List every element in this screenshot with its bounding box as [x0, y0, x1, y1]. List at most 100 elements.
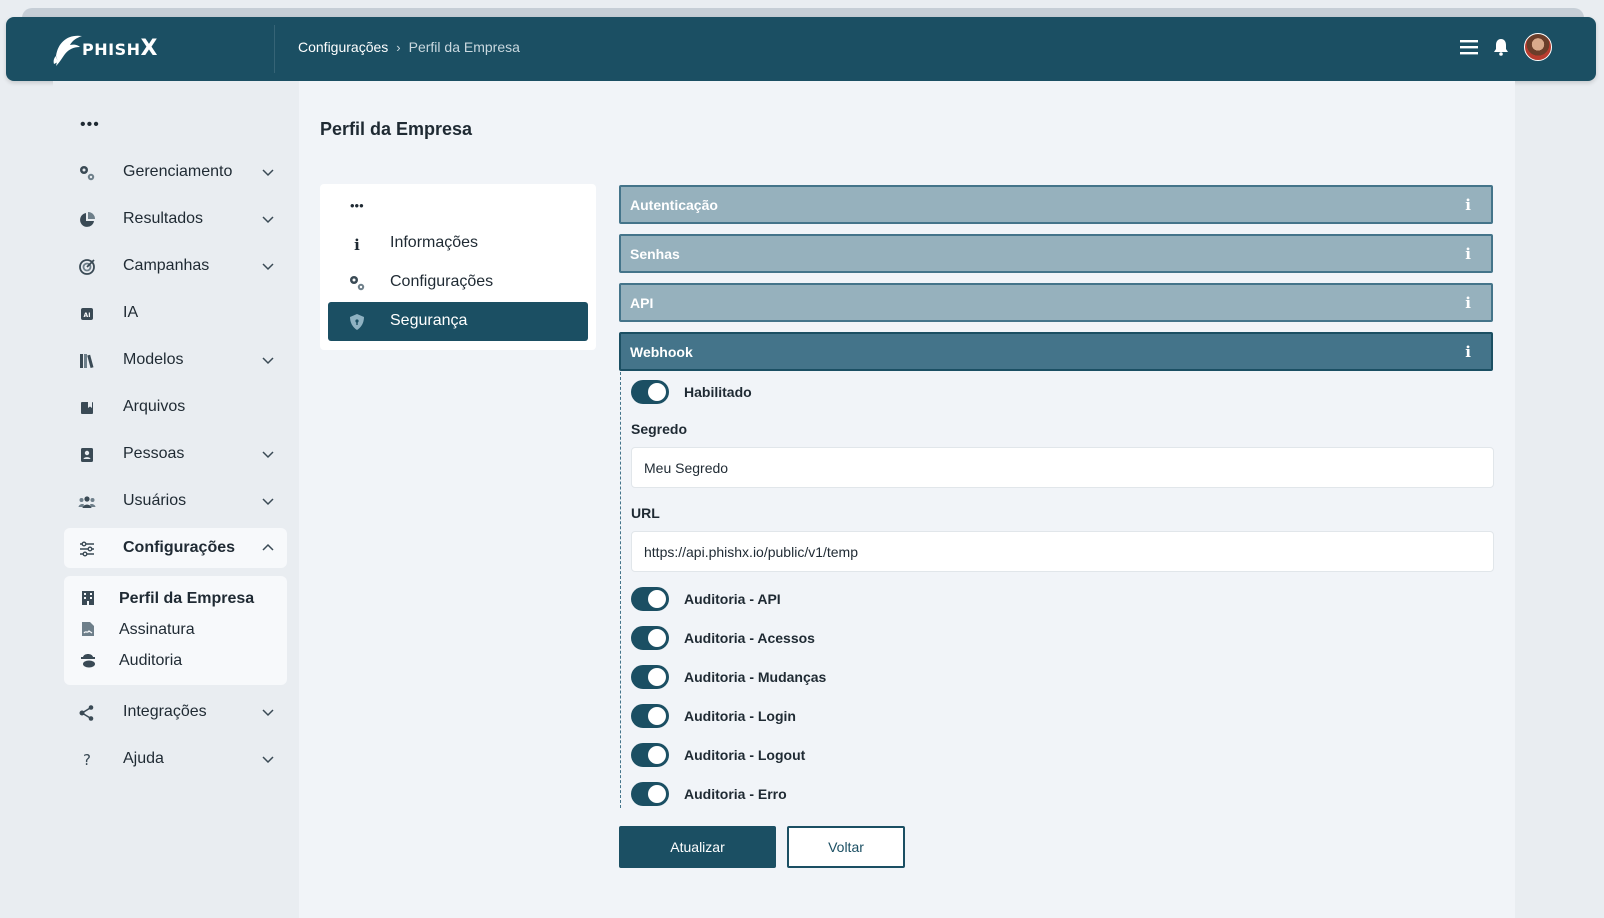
sidebar-item-label: Resultados	[123, 210, 204, 227]
accordion-senhas[interactable]: Senhas i	[619, 234, 1493, 273]
tabs-more-dots[interactable]: •••	[350, 198, 364, 213]
sidebar-item-campanhas[interactable]: Campanhas	[64, 246, 287, 286]
sidebar-item-arquivos[interactable]: Arquivos	[64, 387, 287, 427]
shield-icon	[350, 314, 364, 330]
bookmark-book-icon	[81, 402, 93, 414]
user-avatar[interactable]	[1524, 33, 1552, 61]
toggle-switch[interactable]	[631, 626, 669, 650]
audit-acessos-toggle[interactable]: Auditoria - Acessos	[631, 625, 815, 651]
audit-mudancas-toggle[interactable]: Auditoria - Mudanças	[631, 664, 826, 690]
tab-informacoes[interactable]: i Informações	[328, 224, 588, 263]
toggle-label: Auditoria - Mudanças	[684, 669, 827, 685]
breadcrumb-parent-link[interactable]: Configurações	[298, 39, 388, 55]
toggle-switch[interactable]	[631, 704, 669, 728]
sidebar-item-label: Integrações	[123, 703, 207, 720]
sidebar-subitem-label: Assinatura	[119, 621, 195, 638]
sidebar-item-label: Gerenciamento	[123, 163, 233, 180]
tab-configuracoes[interactable]: Configurações	[328, 263, 588, 302]
bell-icon[interactable]	[1492, 38, 1510, 56]
gears-icon	[350, 276, 365, 291]
breadcrumb-separator: ›	[396, 39, 401, 55]
sidebar-subitem-label: Auditoria	[119, 652, 183, 669]
user-secret-icon	[81, 654, 95, 668]
toggle-switch[interactable]	[631, 587, 669, 611]
tab-label: Informações	[390, 234, 479, 251]
chevron-up-icon	[262, 543, 274, 551]
secret-label: Segredo	[631, 421, 688, 437]
target-icon	[79, 259, 95, 275]
sliders-icon	[80, 541, 94, 557]
tab-label: Configurações	[390, 273, 494, 290]
toggle-label: Auditoria - API	[684, 591, 781, 607]
chevron-down-icon	[262, 709, 274, 717]
info-icon[interactable]: i	[1465, 294, 1471, 312]
update-button[interactable]: Atualizar	[619, 826, 776, 868]
sidebar-subitem-perfil-da-empresa[interactable]: Perfil da Empresa	[64, 585, 287, 613]
webhook-enabled-toggle[interactable]: Habilitado	[631, 379, 752, 405]
menu-icon[interactable]	[1460, 38, 1478, 56]
audit-logout-toggle[interactable]: Auditoria - Logout	[631, 742, 805, 768]
accordion-label: Webhook	[630, 344, 693, 360]
sidebar-item-pessoas[interactable]: Pessoas	[64, 434, 287, 474]
sidebar-item-usuarios[interactable]: Usuários	[64, 481, 287, 521]
sidebar-item-integracoes[interactable]: Integrações	[64, 692, 287, 732]
sidebar-item-configuracoes[interactable]: Configurações	[64, 528, 287, 568]
sidebar-item-resultados[interactable]: Resultados	[64, 199, 287, 239]
toggle-label: Auditoria - Erro	[684, 786, 787, 802]
audit-erro-toggle[interactable]: Auditoria - Erro	[631, 781, 787, 807]
brand-name: PHISHX	[82, 35, 158, 61]
breadcrumb: Configurações › Perfil da Empresa	[298, 39, 520, 55]
accordion-label: Autenticação	[630, 197, 718, 213]
sidebar-item-gerenciamento[interactable]: Gerenciamento	[64, 152, 287, 192]
chevron-down-icon	[262, 357, 274, 365]
toggle-switch[interactable]	[631, 782, 669, 806]
toggle-switch[interactable]	[631, 665, 669, 689]
top-navbar: PHISHX Configurações › Perfil da Empresa	[6, 17, 1596, 81]
sidebar-item-label: Modelos	[123, 351, 184, 368]
sidebar-subitem-assinatura[interactable]: Assinatura	[64, 616, 287, 644]
chevron-down-icon	[262, 263, 274, 271]
users-icon	[78, 496, 96, 508]
pie-chart-icon	[80, 212, 95, 227]
sidebar-more-dots[interactable]: •••	[80, 116, 100, 134]
url-input[interactable]: https://api.phishx.io/public/v1/temp	[631, 531, 1494, 572]
audit-api-toggle[interactable]: Auditoria - API	[631, 586, 781, 612]
sidebar-item-modelos[interactable]: Modelos	[64, 340, 287, 380]
phishx-logo[interactable]: PHISHX	[52, 25, 172, 71]
sidebar-item-label: Arquivos	[123, 398, 186, 415]
tab-seguranca[interactable]: Segurança	[328, 302, 588, 341]
info-icon[interactable]: i	[1465, 343, 1471, 361]
sidebar-item-ajuda[interactable]: ? Ajuda	[64, 739, 287, 779]
accordion-autenticacao[interactable]: Autenticação i	[619, 185, 1493, 224]
toggle-switch[interactable]	[631, 743, 669, 767]
books-icon	[80, 354, 94, 369]
accordion-label: API	[630, 295, 654, 311]
toggle-switch[interactable]	[631, 380, 669, 404]
url-label: URL	[631, 505, 660, 521]
secret-input[interactable]: Meu Segredo	[631, 447, 1494, 488]
id-card-icon	[81, 448, 93, 462]
header-divider	[274, 25, 275, 73]
toggle-label: Auditoria - Acessos	[684, 630, 815, 646]
sidebar-item-label: Campanhas	[123, 257, 210, 274]
header-actions	[1460, 33, 1552, 61]
sidebar-subitem-label: Perfil da Empresa	[119, 590, 255, 607]
toggle-label: Auditoria - Login	[684, 708, 796, 724]
info-icon[interactable]: i	[1465, 196, 1471, 214]
sidebar-item-label: IA	[123, 304, 139, 321]
sidebar-item-ia[interactable]: AI IA	[64, 293, 287, 333]
audit-login-toggle[interactable]: Auditoria - Login	[631, 703, 796, 729]
share-nodes-icon	[79, 705, 94, 721]
chevron-down-icon	[262, 216, 274, 224]
accordion-webhook[interactable]: Webhook i	[619, 332, 1493, 371]
svg-text:AI: AI	[84, 312, 91, 319]
sidebar-item-label: Configurações	[123, 539, 236, 556]
gears-icon	[80, 166, 95, 181]
back-button[interactable]: Voltar	[787, 826, 905, 868]
tab-label: Segurança	[390, 312, 468, 329]
info-icon[interactable]: i	[1465, 245, 1471, 263]
svg-text:?: ?	[83, 751, 91, 769]
sidebar-subitem-auditoria[interactable]: Auditoria	[64, 647, 287, 675]
accordion-api[interactable]: API i	[619, 283, 1493, 322]
sidebar-submenu-configuracoes: Perfil da Empresa Assinatura Auditoria	[64, 576, 287, 685]
